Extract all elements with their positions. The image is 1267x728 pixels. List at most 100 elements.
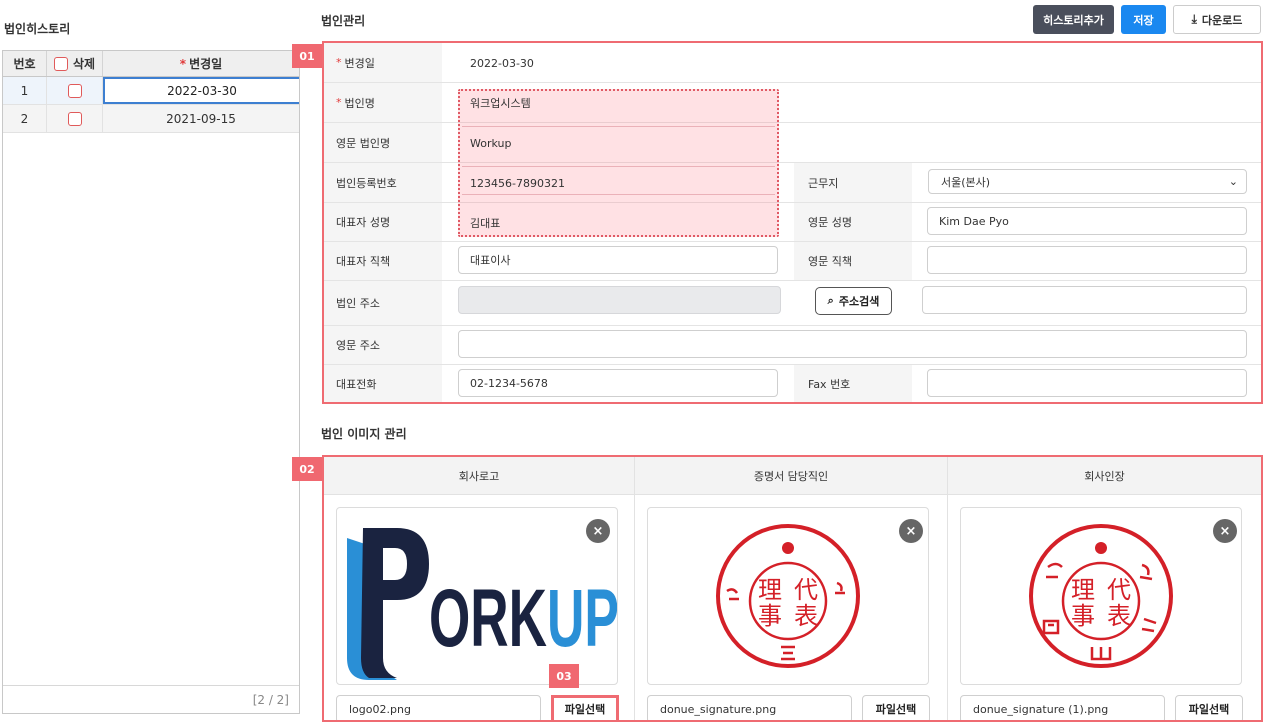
eng-ceo-input[interactable]: Kim Dae Pyo (927, 207, 1247, 235)
search-icon: ⌕ (827, 294, 834, 307)
row-delete-checkbox[interactable] (67, 83, 82, 98)
eng-address-label: 영문 주소 (324, 326, 442, 364)
image-column-header: 증명서 담당직인 (635, 457, 947, 495)
address-search-label: 주소검색 (838, 295, 880, 308)
row-no: 1 (3, 77, 47, 104)
download-button[interactable]: ⤓ 다운로드 (1173, 5, 1261, 34)
workup-logo: ORK UP (347, 528, 618, 680)
fax-label: Fax 번호 (794, 365, 912, 402)
stamp-char: 理 (758, 576, 782, 604)
image-section-title: 법인 이미지 관리 (321, 427, 407, 441)
corp-name-label: * 법인명 (324, 83, 442, 122)
save-button[interactable]: 저장 (1121, 5, 1166, 34)
download-icon: ⤓ (1191, 12, 1197, 26)
change-date-label: * 변경일 (324, 43, 442, 82)
remove-image-button[interactable]: × (1213, 519, 1237, 543)
file-select-button[interactable]: 파일선택 (862, 695, 930, 720)
row-date[interactable]: 2022-03-30 (103, 77, 299, 104)
close-icon: × (905, 523, 917, 539)
add-history-button[interactable]: 히스토리추가 (1033, 5, 1114, 34)
file-name-field: logo02.png (336, 695, 541, 720)
row-delete-cell (47, 105, 103, 132)
row-date[interactable]: 2021-09-15 (103, 105, 299, 132)
col-header-delete: 삭제 (47, 51, 103, 76)
reg-no-label: 법인등록번호 (324, 163, 442, 202)
eng-name-label: 영문 법인명 (324, 123, 442, 162)
seal-char: 表 (1107, 602, 1131, 630)
ceo-value: 김대표 (470, 216, 501, 230)
address-detail-input[interactable] (922, 286, 1247, 314)
image-column-signature: 증명서 담당직인 理 代 事 表 × donue_signature.png 파… (635, 457, 948, 720)
ceo-title-input[interactable]: 대표이사 (458, 246, 778, 274)
logo-preview: ORK UP (336, 507, 618, 685)
corp-name-label-text: 법인명 (344, 96, 375, 110)
ceo-label: 대표자 성명 (324, 203, 442, 241)
workplace-select[interactable]: 서울(본사) ⌄ (928, 169, 1247, 194)
table-row[interactable]: 2 2021-09-15 (3, 105, 299, 133)
corp-form: * 변경일 2022-03-30 * 법인명 영문 법인명 법인등록번호 근무지 대… (322, 41, 1263, 404)
history-grid: 번호 삭제 * 변경일 1 2022-03-30 2 2021-09-15 [2… (2, 50, 300, 714)
corp-name-value: 워크업시스템 (470, 97, 531, 110)
seal-preview: 理 代 事 表 (960, 507, 1242, 685)
row-no: 2 (3, 105, 47, 132)
change-date-label-text: 변경일 (344, 56, 375, 70)
stamp-image: 理 代 事 表 (716, 524, 860, 668)
row-delete-checkbox[interactable] (67, 111, 82, 126)
row-delete-cell (47, 77, 103, 104)
annotation-badge-02: 02 (292, 457, 322, 481)
select-all-checkbox[interactable] (53, 56, 68, 71)
image-column-logo: 회사로고 ORK UP × logo02.png 파일선택 (324, 457, 635, 720)
history-panel-title: 법인히스토리 (4, 22, 71, 36)
pager: [2 / 2] (3, 685, 299, 713)
phone-label: 대표전화 (324, 365, 442, 402)
eng-ceo-label: 영문 성명 (794, 203, 912, 241)
workplace-selected: 서울(본사) (941, 175, 991, 189)
stamp-char: 事 (758, 602, 782, 630)
image-column-seal: 회사인장 理 代 事 表 × donue_signature (1).png 파… (948, 457, 1261, 720)
close-icon: × (592, 523, 604, 539)
stamp-char: 代 (794, 576, 818, 604)
close-icon: × (1219, 523, 1231, 539)
logo-text-ork: ORK (429, 573, 547, 664)
eng-address-input[interactable] (458, 330, 1247, 358)
page-title: 법인관리 (321, 14, 366, 28)
file-select-button[interactable]: 파일선택 (551, 695, 619, 720)
annotation-badge-01: 01 (292, 44, 322, 68)
seal-char: 事 (1071, 602, 1095, 630)
workplace-label: 근무지 (794, 163, 912, 202)
seal-char: 理 (1071, 576, 1095, 604)
remove-image-button[interactable]: × (899, 519, 923, 543)
chevron-down-icon: ⌄ (1228, 175, 1238, 188)
col-header-delete-label: 삭제 (72, 57, 96, 71)
eng-name-value: Workup (470, 136, 512, 150)
stamp-char: 表 (794, 602, 818, 630)
required-mark: * (336, 96, 342, 109)
col-header-date-label: 변경일 (189, 57, 223, 71)
annotation-badge-03: 03 (549, 664, 579, 688)
col-header-no: 번호 (3, 51, 47, 76)
remove-image-button[interactable]: × (586, 519, 610, 543)
address-input (458, 286, 781, 314)
form-row-change-date: * 변경일 (324, 43, 1261, 83)
download-label: 다운로드 (1201, 13, 1243, 27)
address-label: 법인 주소 (324, 281, 442, 325)
image-column-header: 회사인장 (948, 457, 1261, 495)
eng-title-label: 영문 직책 (794, 242, 912, 280)
signature-preview: 理 代 事 表 (647, 507, 929, 685)
file-select-button[interactable]: 파일선택 (1175, 695, 1243, 720)
ceo-title-label: 대표자 직책 (324, 242, 442, 280)
eng-title-input[interactable] (927, 246, 1247, 274)
fax-input[interactable] (927, 369, 1247, 397)
logo-text-up: UP (547, 573, 618, 664)
image-column-header: 회사로고 (324, 457, 634, 495)
required-mark: * (179, 56, 187, 71)
seal-image: 理 代 事 表 (1029, 524, 1173, 668)
image-manager: 회사로고 ORK UP × logo02.png 파일선택 증명서 담당직인 理… (322, 455, 1263, 722)
phone-input[interactable]: 02-1234-5678 (458, 369, 778, 397)
table-row[interactable]: 1 2022-03-30 (3, 77, 299, 105)
address-search-button[interactable]: ⌕ 주소검색 (815, 287, 892, 315)
required-mark: * (336, 56, 342, 69)
seal-char: 代 (1107, 576, 1131, 604)
history-grid-header: 번호 삭제 * 변경일 (3, 51, 299, 77)
col-header-date: * 변경일 (103, 51, 299, 76)
